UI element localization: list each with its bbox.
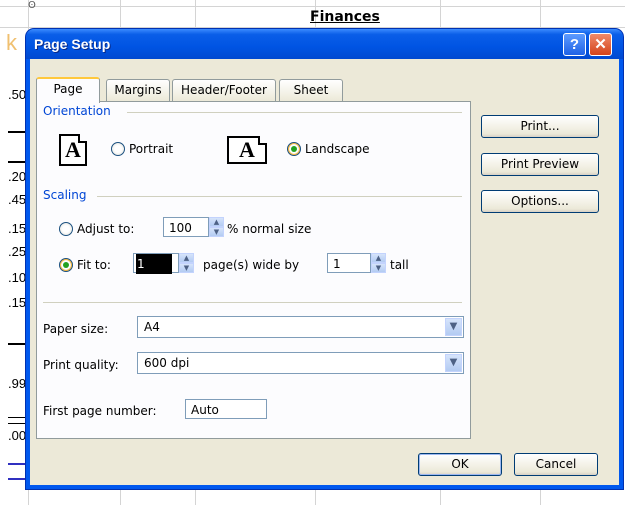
sheet-border bbox=[8, 463, 28, 465]
fit-to-tall-suffix: tall bbox=[390, 258, 409, 272]
fit-to-wide-value: 1 bbox=[136, 254, 172, 274]
landscape-label[interactable]: Landscape bbox=[305, 142, 369, 156]
spin-up-icon[interactable]: ▲ bbox=[371, 253, 386, 263]
orientation-group-label: Orientation bbox=[43, 104, 111, 118]
spin-down-icon[interactable]: ▼ bbox=[209, 227, 224, 237]
dialog-body: Page Margins Header/Footer Sheet Orienta… bbox=[30, 59, 619, 485]
chevron-down-icon[interactable]: ▼ bbox=[445, 318, 462, 336]
page-tab-panel: Orientation A Portrait A Landscape Scali… bbox=[36, 101, 471, 439]
page-setup-dialog: Page Setup ? ✕ Page Margins Header/Foote… bbox=[26, 29, 623, 489]
tab-sheet[interactable]: Sheet bbox=[279, 79, 343, 101]
group-divider bbox=[97, 196, 462, 197]
print-quality-label: Print quality: bbox=[43, 358, 119, 372]
fit-to-wide-suffix: page(s) wide by bbox=[203, 258, 300, 272]
sheet-border bbox=[8, 131, 28, 133]
sheet-cell: .15 bbox=[8, 295, 27, 310]
sheet-cell: .25 bbox=[8, 244, 27, 259]
cancel-button[interactable]: Cancel bbox=[514, 453, 598, 476]
sheet-title: Finances bbox=[310, 9, 380, 25]
portrait-page-icon: A bbox=[59, 134, 87, 166]
tab-margins[interactable]: Margins bbox=[106, 79, 170, 101]
help-button[interactable]: ? bbox=[563, 33, 586, 56]
sheet-cell: .20 bbox=[8, 169, 27, 184]
paper-size-dropdown[interactable]: A4 ▼ bbox=[137, 316, 464, 338]
adjust-to-radio[interactable] bbox=[59, 222, 73, 236]
fit-to-label[interactable]: Fit to: bbox=[77, 258, 111, 272]
adjust-to-suffix: % normal size bbox=[227, 222, 312, 236]
adjust-to-input[interactable]: 100 bbox=[163, 217, 209, 237]
portrait-radio[interactable] bbox=[111, 142, 125, 156]
section-divider bbox=[43, 302, 462, 303]
grid-line bbox=[0, 6, 625, 7]
sheet-cell: .15 bbox=[8, 221, 27, 236]
spin-up-icon[interactable]: ▲ bbox=[209, 217, 224, 227]
landscape-page-icon: A bbox=[227, 136, 267, 164]
print-button[interactable]: Print... bbox=[481, 115, 599, 138]
ok-button[interactable]: OK bbox=[418, 453, 502, 476]
print-quality-dropdown[interactable]: 600 dpi ▼ bbox=[137, 352, 464, 374]
spin-up-icon[interactable]: ▲ bbox=[179, 253, 194, 263]
portrait-label[interactable]: Portrait bbox=[129, 142, 173, 156]
paper-size-label: Paper size: bbox=[43, 322, 109, 336]
scaling-group-label: Scaling bbox=[43, 188, 87, 202]
sheet-cell: .00 bbox=[8, 428, 27, 443]
adjust-to-label[interactable]: Adjust to: bbox=[77, 222, 134, 236]
print-preview-button[interactable]: Print Preview bbox=[481, 153, 599, 176]
sheet-cell: .45 bbox=[8, 192, 27, 207]
fit-to-wide-input[interactable]: 1 bbox=[133, 253, 179, 274]
options-button[interactable]: Options... bbox=[481, 190, 599, 213]
sheet-border bbox=[8, 478, 28, 480]
chevron-down-icon[interactable]: ▼ bbox=[445, 354, 462, 372]
fit-to-tall-spinner[interactable]: ▲ ▼ bbox=[371, 253, 386, 273]
sheet-column-letter: k bbox=[6, 30, 17, 55]
landscape-radio[interactable] bbox=[287, 142, 301, 156]
print-quality-value: 600 dpi bbox=[144, 356, 190, 370]
sheet-marker: ʘ bbox=[28, 0, 36, 11]
sheet-border bbox=[8, 161, 28, 163]
dialog-titlebar[interactable]: Page Setup ? ✕ bbox=[26, 29, 623, 59]
sheet-cell: .99 bbox=[8, 376, 27, 391]
grid-line bbox=[0, 27, 625, 28]
sheet-cell: .50 bbox=[8, 87, 27, 102]
group-divider bbox=[127, 112, 462, 113]
dialog-title: Page Setup bbox=[34, 36, 111, 52]
fit-to-tall-input[interactable]: 1 bbox=[327, 253, 371, 273]
first-page-number-input[interactable]: Auto bbox=[185, 399, 267, 419]
fit-to-radio[interactable] bbox=[59, 258, 73, 272]
tab-page[interactable]: Page bbox=[36, 77, 100, 103]
sheet-border bbox=[8, 417, 28, 424]
sheet-border bbox=[8, 343, 28, 345]
tab-header-footer[interactable]: Header/Footer bbox=[172, 79, 276, 101]
adjust-to-spinner[interactable]: ▲ ▼ bbox=[209, 217, 224, 237]
spin-down-icon[interactable]: ▼ bbox=[179, 263, 194, 273]
sheet-cell: .10 bbox=[8, 270, 27, 285]
fit-to-wide-spinner[interactable]: ▲ ▼ bbox=[179, 253, 194, 273]
spin-down-icon[interactable]: ▼ bbox=[371, 263, 386, 273]
paper-size-value: A4 bbox=[144, 320, 160, 334]
close-button[interactable]: ✕ bbox=[589, 33, 612, 56]
first-page-number-label: First page number: bbox=[43, 404, 157, 418]
